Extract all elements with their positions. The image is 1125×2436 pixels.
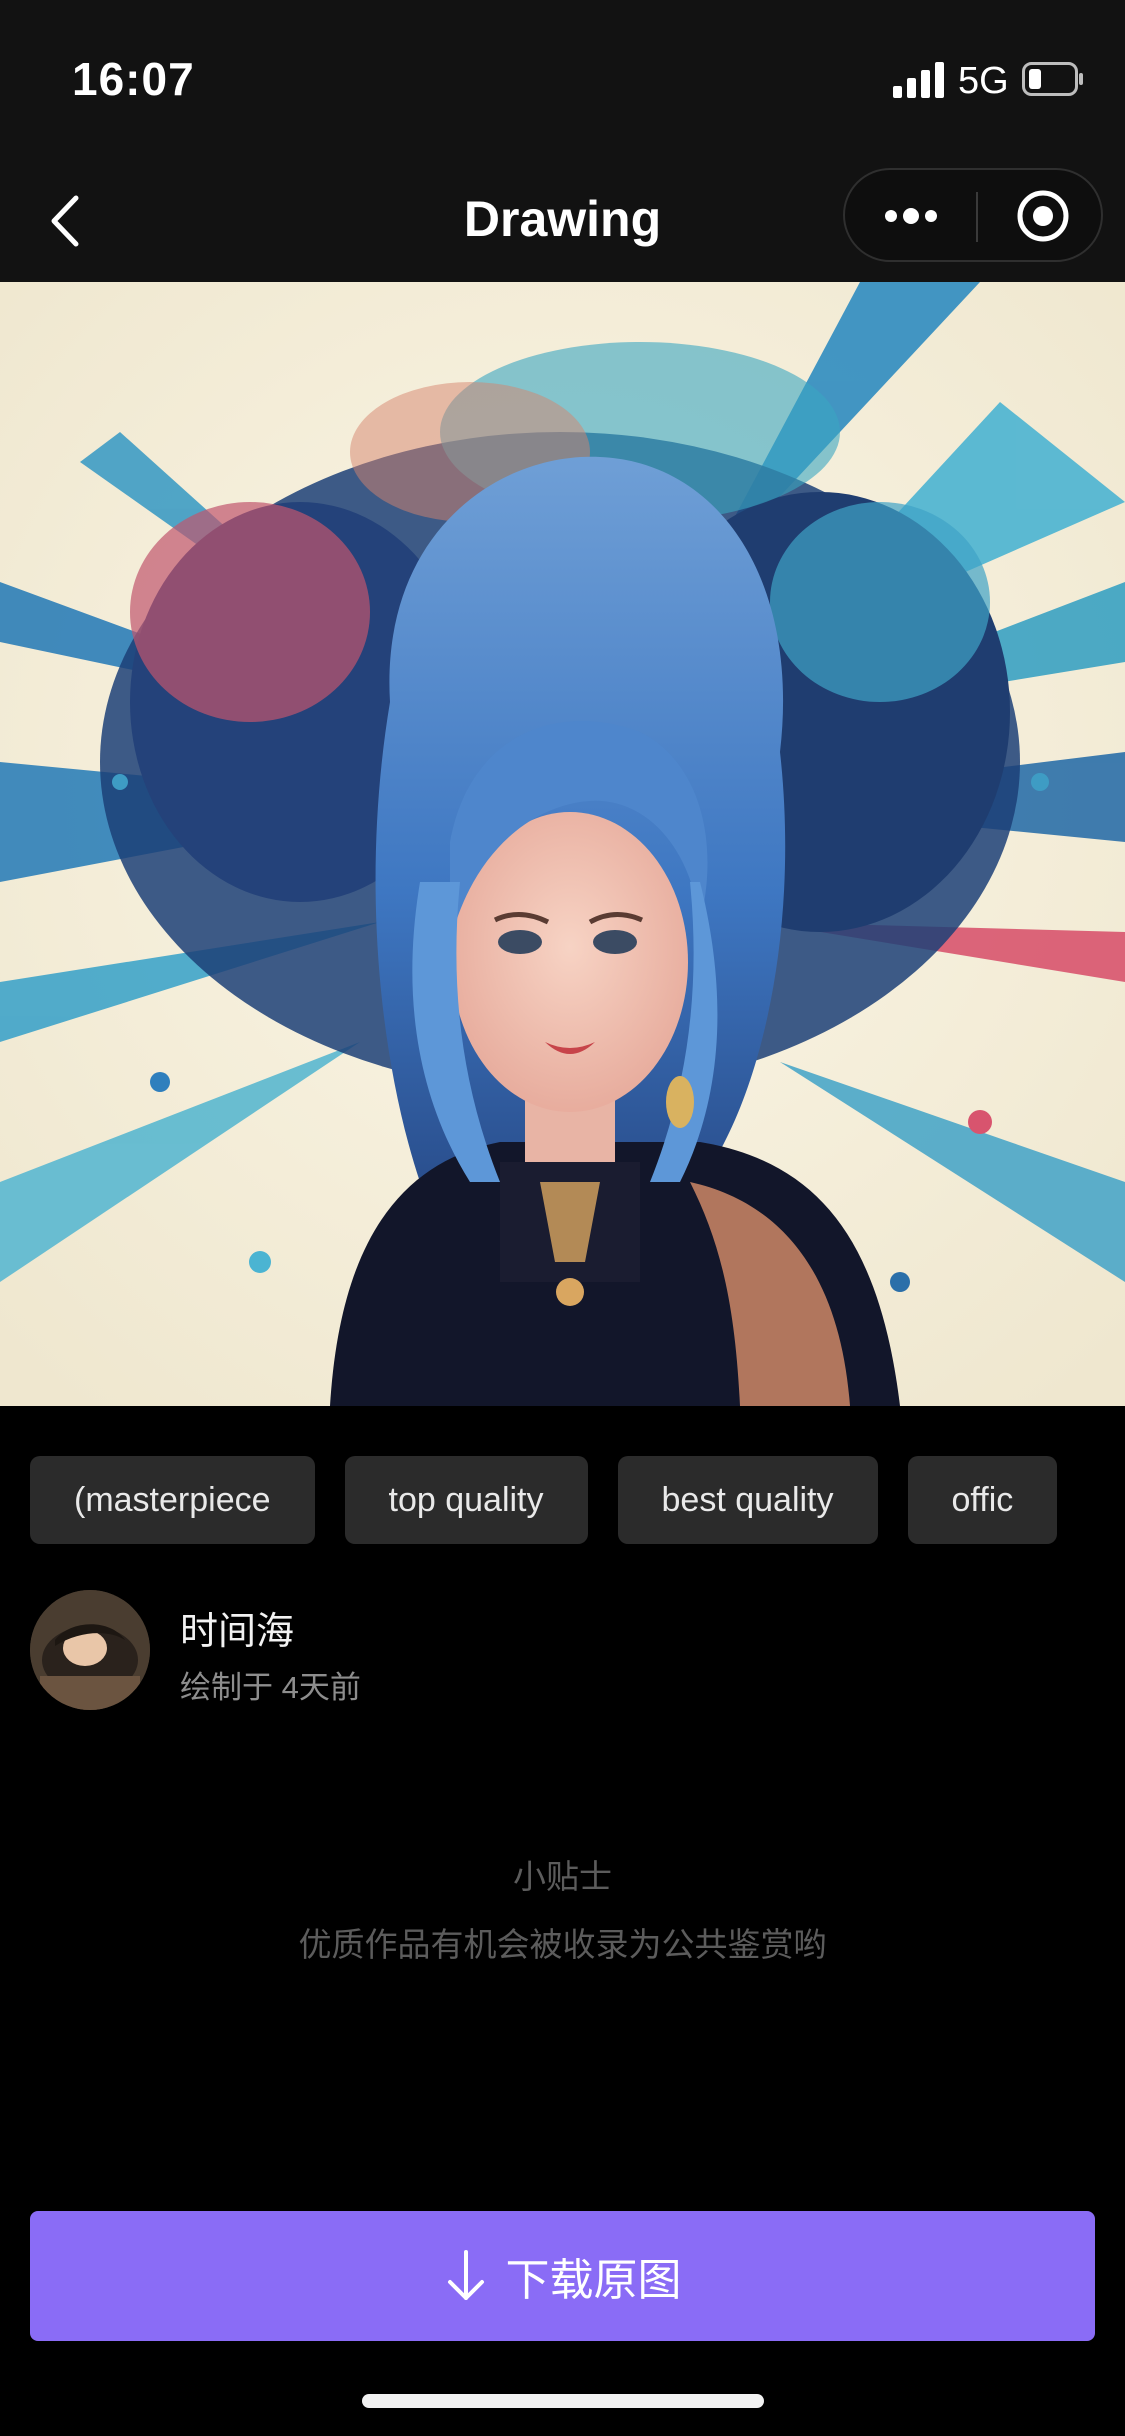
download-label: 下载原图 xyxy=(505,2256,682,2305)
prompt-tag[interactable]: (masterpiece xyxy=(30,1456,315,1544)
author-info: 时间海 绘制于 4天前 xyxy=(30,1590,1095,1710)
mini-program-capsule xyxy=(843,168,1103,262)
capsule-divider xyxy=(976,192,978,242)
avatar[interactable] xyxy=(30,1590,150,1710)
created-time: 绘制于 4天前 xyxy=(180,1670,361,1705)
generated-artwork-image[interactable] xyxy=(0,282,1125,1406)
cellular-signal-icon xyxy=(893,62,944,98)
status-time: 16:07 xyxy=(72,53,195,105)
network-type: 5G xyxy=(958,60,1009,102)
avatar-image xyxy=(30,1590,150,1710)
prompt-tag[interactable]: top quality xyxy=(344,1456,588,1544)
author-name[interactable]: 时间海 xyxy=(180,1600,294,1655)
target-circle-icon[interactable] xyxy=(1015,188,1071,244)
tip-title: 小贴士 xyxy=(513,1858,612,1895)
prompt-tag[interactable]: offic xyxy=(907,1456,1058,1544)
prompt-tag-list: (masterpiece top quality best quality offic xyxy=(30,1456,1095,1544)
prompt-tag[interactable]: best quality xyxy=(617,1456,878,1544)
battery-icon xyxy=(1022,62,1083,96)
artwork-illustration xyxy=(0,282,1125,1406)
status-bar: 16:07 5G xyxy=(0,0,1125,160)
tip-text: 优质作品有机会被收录为公共鉴赏哟 xyxy=(298,1926,827,1963)
nav-bar: Drawing xyxy=(0,160,1125,282)
download-original-button[interactable]: 下载原图 xyxy=(30,2211,1095,2341)
more-dots-icon[interactable] xyxy=(881,198,941,234)
home-indicator[interactable] xyxy=(362,2394,764,2408)
download-arrow-icon xyxy=(447,2250,484,2300)
